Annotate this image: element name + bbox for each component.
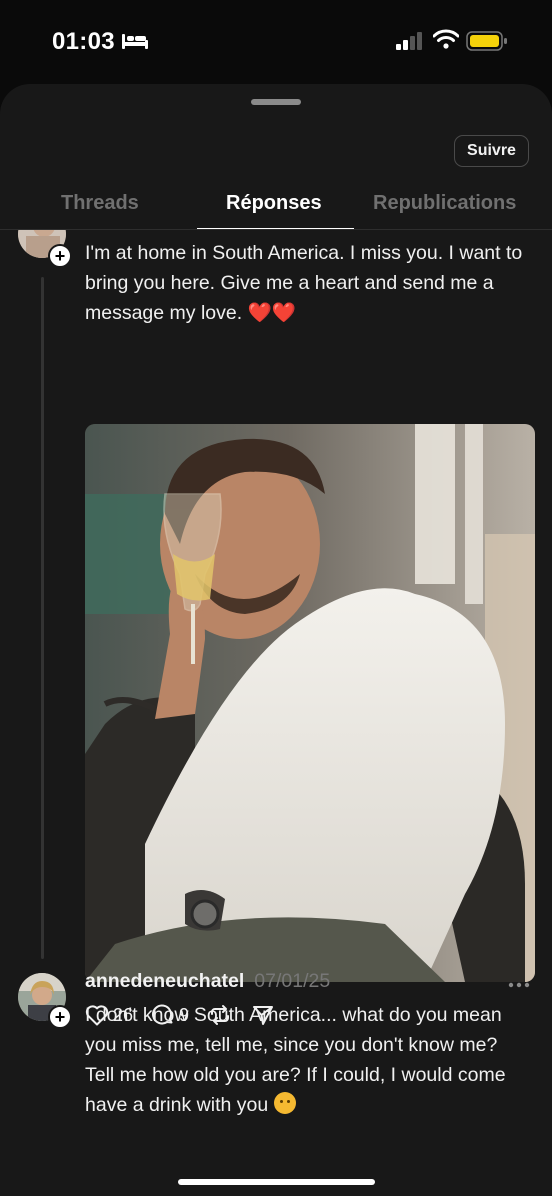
hugging-face-emoji xyxy=(273,1092,296,1114)
author-username[interactable]: annedeneuchatel xyxy=(85,970,244,993)
follow-plus-icon[interactable]: + xyxy=(48,1005,72,1029)
battery-low-power-icon xyxy=(466,31,507,51)
more-icon[interactable] xyxy=(508,982,530,988)
sleep-mode-icon xyxy=(122,34,148,49)
home-indicator[interactable] xyxy=(178,1179,375,1185)
post-text: I don't know South America... what do yo… xyxy=(85,1000,530,1120)
status-bar: 01:03 xyxy=(0,0,552,84)
tab-threads[interactable]: Threads xyxy=(61,192,139,215)
post-date: 07/01/25 xyxy=(254,970,331,992)
thread-connector-line xyxy=(41,277,44,959)
cellular-signal-icon xyxy=(396,32,422,50)
post-text: I'm at home in South America. I miss you… xyxy=(85,238,530,328)
wifi-icon xyxy=(433,29,459,49)
post-image[interactable] xyxy=(85,424,535,982)
status-time: 01:03 xyxy=(52,28,115,55)
replies-feed[interactable]: + I'm at home in South America. I miss y… xyxy=(0,230,552,1196)
follow-button[interactable]: Suivre xyxy=(454,135,529,167)
sheet-grabber[interactable] xyxy=(251,99,301,105)
tab-reponses[interactable]: Réponses xyxy=(226,192,322,215)
heart-emoji: ❤️❤️ xyxy=(247,302,297,324)
tab-republications[interactable]: Republications xyxy=(373,192,516,215)
follow-plus-icon[interactable]: + xyxy=(48,244,72,268)
profile-tabs: Threads Réponses Republications xyxy=(0,186,552,230)
post-body: I'm at home in South America. I miss you… xyxy=(85,242,523,324)
reply-author-row: annedeneuchatel 07/01/25 xyxy=(85,970,330,998)
profile-sheet: Suivre Threads Réponses Republications +… xyxy=(0,84,552,1196)
